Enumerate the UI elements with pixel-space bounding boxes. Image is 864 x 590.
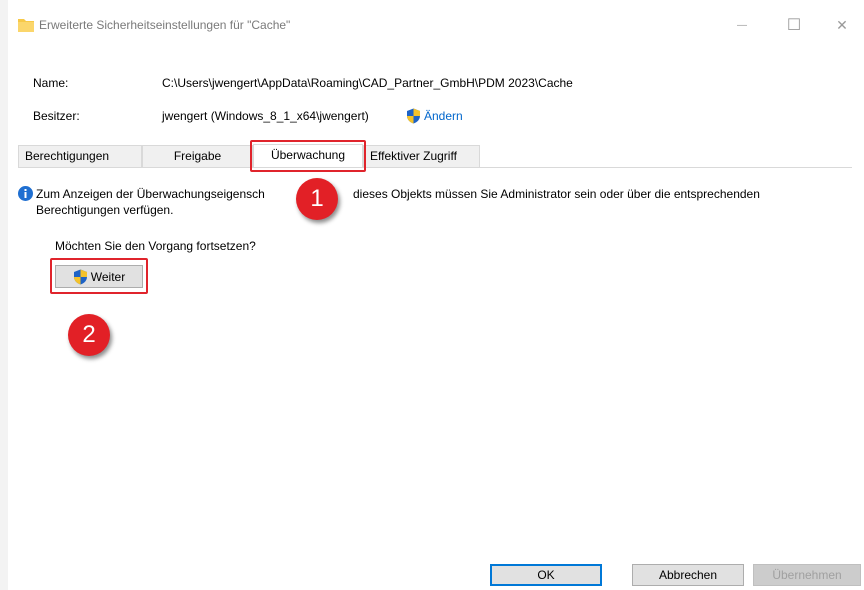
step-badge-1: 1 (296, 178, 338, 220)
name-value: C:\Users\jwengert\AppData\Roaming\CAD_Pa… (162, 76, 573, 90)
tab-ueberwachung[interactable]: Überwachung (253, 144, 363, 168)
minimize-icon: — (737, 19, 747, 31)
tab-bar: Berechtigungen Freigabe Überwachung Effe… (18, 144, 852, 168)
uac-shield-icon (73, 269, 87, 284)
tab-freigabe[interactable]: Freigabe (142, 145, 253, 167)
close-icon: ✕ (836, 16, 848, 33)
folder-icon (18, 19, 34, 32)
background-edge (0, 0, 8, 590)
change-owner-label: Ändern (424, 109, 463, 123)
window-title: Erweiterte Sicherheitseinstellungen für … (39, 18, 291, 32)
owner-value: jwengert (Windows_8_1_x64\jwengert) (162, 109, 369, 123)
message-text-line2: Berechtigungen verfügen. (36, 203, 174, 217)
info-icon (18, 186, 33, 201)
tab-divider (18, 167, 852, 168)
maximize-icon: ☐ (786, 17, 802, 34)
change-owner-link[interactable]: Ändern (406, 108, 463, 124)
dialog-content: Name: C:\Users\jwengert\AppData\Roaming\… (18, 56, 852, 588)
message-text-start: Zum Anzeigen der Überwachungseigensch (36, 187, 265, 201)
continue-button-label: Weiter (90, 269, 126, 284)
maximize-button[interactable]: ☐ (772, 10, 816, 40)
continue-question: Möchten Sie den Vorgang fortsetzen? (55, 239, 256, 253)
name-label: Name: (33, 76, 69, 90)
uac-shield-icon (407, 108, 420, 124)
title-bar: Erweiterte Sicherheitseinstellungen für … (8, 0, 864, 50)
owner-label: Besitzer: (33, 109, 80, 123)
minimize-button[interactable]: — (720, 10, 764, 40)
step-badge-2: 2 (68, 314, 110, 356)
tab-berechtigungen[interactable]: Berechtigungen (18, 145, 142, 167)
cancel-button[interactable]: Abbrechen (632, 564, 744, 586)
close-button[interactable]: ✕ (820, 10, 864, 40)
apply-button[interactable]: Übernehmen (753, 564, 861, 586)
ok-button[interactable]: OK (490, 564, 602, 586)
tab-effektiver-zugriff[interactable]: Effektiver Zugriff (363, 145, 480, 167)
security-settings-window: Erweiterte Sicherheitseinstellungen für … (8, 0, 864, 590)
continue-button[interactable]: Weiter (55, 265, 143, 288)
message-text-end: dieses Objekts müssen Sie Administrator … (353, 187, 760, 201)
